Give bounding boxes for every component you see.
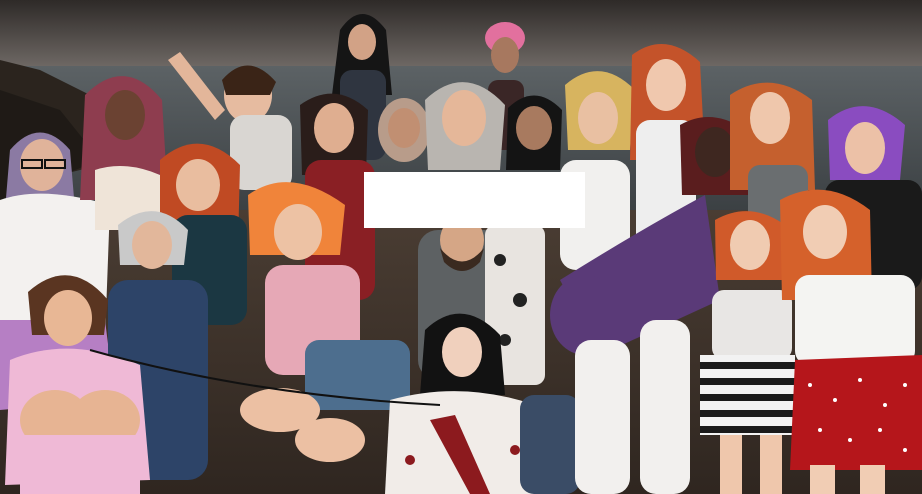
striped-skirt bbox=[700, 355, 795, 435]
figures-right bbox=[550, 44, 922, 494]
group-portrait-scene bbox=[0, 0, 922, 494]
scene-illustration bbox=[0, 0, 922, 494]
censor-box bbox=[364, 172, 585, 228]
sky bbox=[0, 0, 922, 70]
polka-skirt bbox=[790, 355, 922, 470]
